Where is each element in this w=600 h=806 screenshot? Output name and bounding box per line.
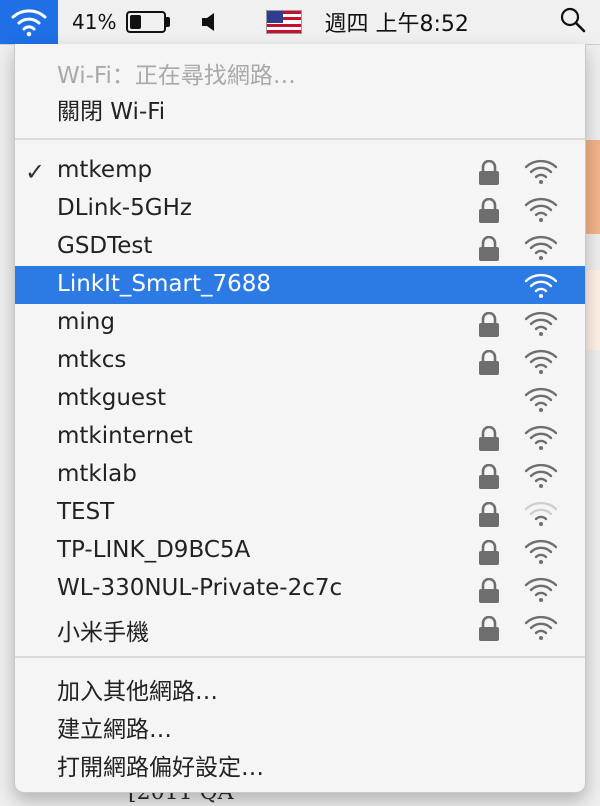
network-item[interactable]: GSDTest bbox=[15, 228, 585, 266]
network-name: mtkguest bbox=[57, 385, 167, 411]
network-item[interactable]: mtklab bbox=[15, 456, 585, 494]
network-item[interactable]: ming bbox=[15, 304, 585, 342]
open-network-preferences-item[interactable]: 打開網路偏好設定… bbox=[57, 748, 264, 782]
wifi-signal-icon bbox=[524, 197, 558, 222]
network-item[interactable]: mtkguest bbox=[15, 380, 585, 418]
wifi-signal-icon bbox=[524, 615, 558, 640]
network-name: 小米手機 bbox=[57, 620, 149, 646]
network-name: DLink-5GHz bbox=[57, 195, 192, 221]
network-item[interactable]: mtkcs bbox=[15, 342, 585, 380]
network-lock bbox=[478, 349, 500, 380]
network-item[interactable]: 小米手機 bbox=[15, 608, 585, 646]
wifi-signal-icon bbox=[524, 349, 558, 374]
lock-icon bbox=[479, 463, 499, 489]
network-item[interactable]: WL-330NUL-Private-2c7c bbox=[15, 570, 585, 608]
network-lock bbox=[478, 463, 500, 494]
wifi-signal-icon bbox=[524, 539, 558, 564]
lock-icon bbox=[479, 539, 499, 565]
wifi-signal-icon bbox=[524, 235, 558, 260]
wifi-signal-icon bbox=[524, 387, 558, 412]
join-other-network-item[interactable]: 加入其他網路… bbox=[57, 672, 218, 706]
network-signal bbox=[523, 577, 559, 607]
menu-separator bbox=[15, 656, 585, 658]
network-name: mtkemp bbox=[57, 157, 153, 183]
wifi-menu-button[interactable] bbox=[0, 0, 58, 44]
network-signal bbox=[523, 387, 559, 417]
network-item[interactable]: TEST bbox=[15, 494, 585, 532]
network-item[interactable]: ✓ mtkemp bbox=[15, 152, 585, 190]
network-name: mtkcs bbox=[57, 347, 127, 373]
lock-icon bbox=[479, 235, 499, 261]
wifi-dropdown-menu: Wi-Fi：正在尋找網路… 關閉 Wi-Fi ✓ mtkemp DLink-5GHz… bbox=[14, 44, 586, 793]
spotlight-search-button[interactable] bbox=[560, 7, 586, 37]
wifi-signal-icon bbox=[524, 425, 558, 450]
network-name: mtkinternet bbox=[57, 423, 193, 449]
lock-icon bbox=[479, 159, 499, 185]
menu-bar: 41% 週四 上午8:52 bbox=[0, 0, 600, 45]
network-lock bbox=[478, 539, 500, 570]
network-signal bbox=[523, 197, 559, 227]
wifi-signal-icon bbox=[524, 273, 558, 298]
network-lock bbox=[478, 197, 500, 228]
speaker-icon bbox=[202, 13, 215, 31]
lock-icon bbox=[479, 501, 499, 527]
battery-percent: 41% bbox=[72, 10, 117, 34]
network-lock bbox=[478, 615, 500, 646]
wifi-signal-icon bbox=[524, 463, 558, 488]
network-item[interactable]: LinkIt_Smart_7688 bbox=[15, 266, 585, 304]
lock-icon bbox=[479, 577, 499, 603]
network-signal bbox=[523, 615, 559, 645]
create-network-item[interactable]: 建立網路… bbox=[57, 710, 172, 744]
wifi-signal-icon bbox=[524, 159, 558, 184]
battery-fill bbox=[130, 15, 142, 29]
network-lock bbox=[478, 425, 500, 456]
battery-nub bbox=[166, 17, 171, 27]
network-signal bbox=[523, 463, 559, 493]
lock-icon bbox=[479, 197, 499, 223]
volume-control[interactable] bbox=[192, 0, 228, 44]
network-lock bbox=[478, 235, 500, 266]
network-lock bbox=[478, 577, 500, 608]
wifi-status-text: Wi-Fi：正在尋找網路… bbox=[57, 63, 296, 89]
network-signal bbox=[523, 159, 559, 189]
network-item[interactable]: DLink-5GHz bbox=[15, 190, 585, 228]
network-name: TP-LINK_D9BC5A bbox=[57, 537, 251, 563]
lock-icon bbox=[479, 311, 499, 337]
us-flag-icon[interactable] bbox=[266, 10, 303, 34]
network-name: WL-330NUL-Private-2c7c bbox=[57, 575, 343, 601]
lock-icon bbox=[479, 425, 499, 451]
network-signal bbox=[523, 311, 559, 341]
battery-icon bbox=[126, 11, 171, 33]
network-name: LinkIt_Smart_7688 bbox=[57, 271, 272, 297]
network-lock bbox=[478, 311, 500, 342]
network-lock bbox=[478, 501, 500, 532]
network-signal bbox=[523, 501, 559, 531]
lock-icon bbox=[479, 349, 499, 375]
network-signal bbox=[523, 349, 559, 379]
wifi-signal-icon bbox=[524, 577, 558, 602]
wifi-signal-icon bbox=[524, 501, 558, 526]
network-name: GSDTest bbox=[57, 233, 153, 259]
network-name: ming bbox=[57, 309, 115, 335]
network-signal bbox=[523, 425, 559, 455]
network-lock bbox=[478, 159, 500, 190]
wifi-signal-icon bbox=[524, 311, 558, 336]
lock-icon bbox=[479, 615, 499, 641]
menu-separator bbox=[15, 138, 585, 140]
clock[interactable]: 週四 上午8:52 bbox=[324, 6, 468, 38]
search-icon bbox=[560, 7, 586, 33]
network-signal bbox=[523, 539, 559, 569]
network-name: mtklab bbox=[57, 461, 137, 487]
checkmark-icon: ✓ bbox=[25, 158, 46, 186]
network-signal bbox=[523, 235, 559, 265]
battery-status[interactable]: 41% bbox=[58, 0, 174, 44]
network-item[interactable]: mtkinternet bbox=[15, 418, 585, 456]
wifi-icon bbox=[11, 9, 47, 37]
network-name: TEST bbox=[57, 499, 115, 525]
network-signal bbox=[523, 273, 559, 303]
turn-off-wifi-item[interactable]: 關閉 Wi-Fi bbox=[57, 92, 165, 126]
network-item[interactable]: TP-LINK_D9BC5A bbox=[15, 532, 585, 570]
